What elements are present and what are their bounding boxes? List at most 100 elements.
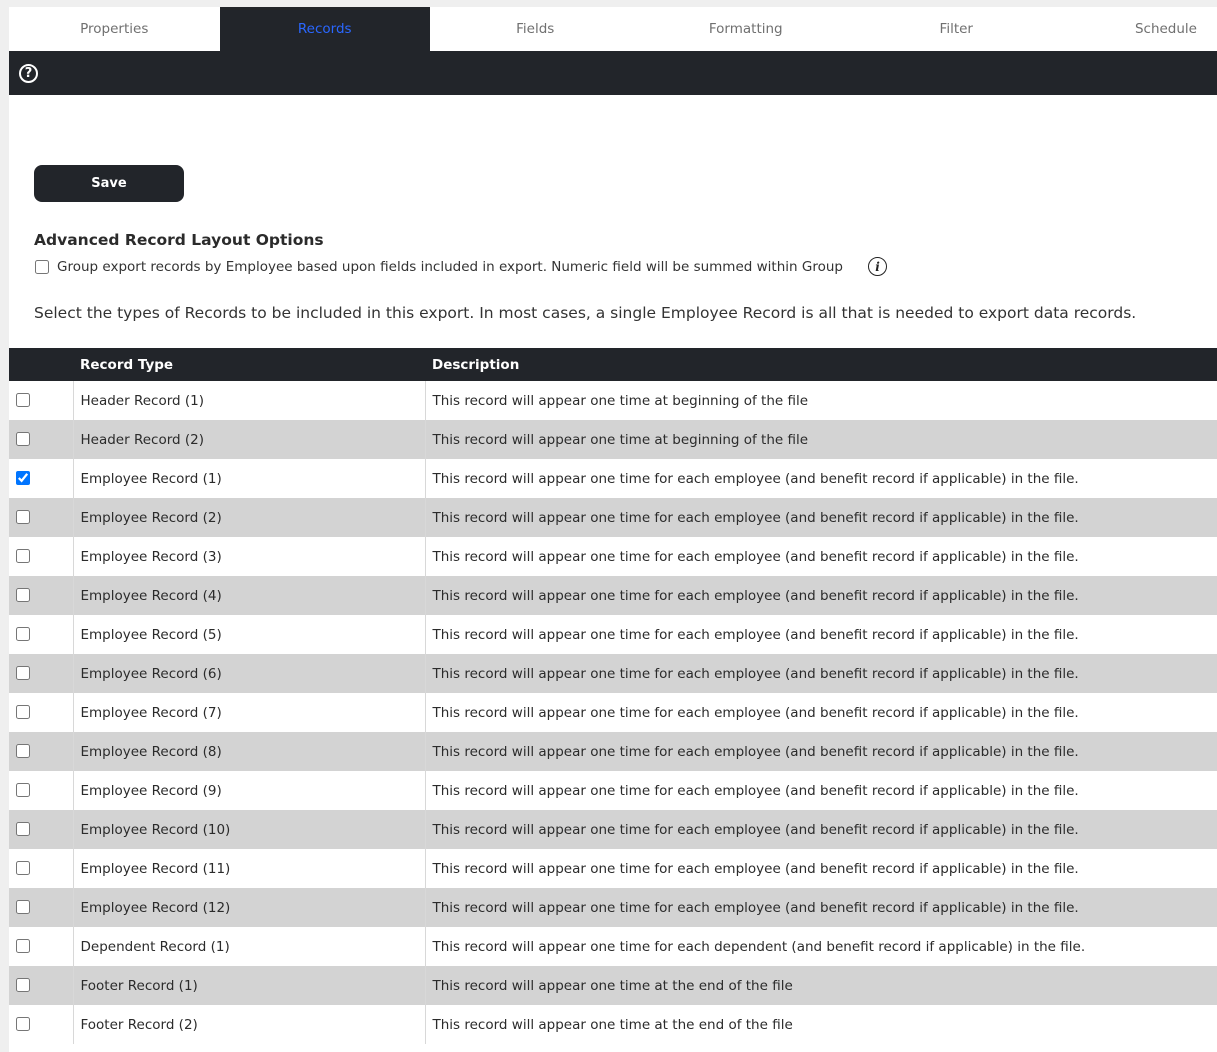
record-type-cell: Employee Record (6) xyxy=(73,654,426,693)
records-intro-text: Select the types of Records to be includ… xyxy=(34,304,1137,322)
description-cell: This record will appear one time for eac… xyxy=(432,665,1079,682)
description-cell: This record will appear one time for eac… xyxy=(432,899,1079,916)
info-icon[interactable]: i xyxy=(867,257,887,276)
row-select-cell xyxy=(9,576,74,615)
description-cell: This record will appear one time for eac… xyxy=(432,548,1079,565)
description-cell: This record will appear one time for eac… xyxy=(432,626,1079,643)
record-select-checkbox[interactable] xyxy=(16,744,30,758)
table-row: Employee Record (11) This record will app… xyxy=(9,849,1217,888)
row-select-cell xyxy=(9,732,74,771)
row-select-cell xyxy=(9,888,74,927)
description-cell: This record will appear one time for eac… xyxy=(432,743,1079,760)
record-type-cell: Employee Record (2) xyxy=(73,498,426,537)
group-option-label: Group export records by Employee based u… xyxy=(57,258,843,275)
tab-bar: Properties Records Fields Formatting Fil… xyxy=(9,7,1217,51)
record-select-checkbox[interactable] xyxy=(16,705,30,719)
record-select-checkbox[interactable] xyxy=(16,861,30,875)
record-type-cell: Dependent Record (1) xyxy=(73,927,426,966)
row-select-cell xyxy=(9,810,74,849)
row-select-cell xyxy=(9,849,74,888)
toolbar: ? xyxy=(9,51,1217,95)
description-cell: This record will appear one time at the … xyxy=(432,977,793,994)
record-type-cell: Employee Record (1) xyxy=(73,459,426,498)
record-type-cell: Footer Record (1) xyxy=(73,966,426,1005)
row-select-cell xyxy=(9,966,74,1005)
tab-records[interactable]: Records xyxy=(219,7,430,51)
table-row: Footer Record (1) This record will appear… xyxy=(9,966,1217,1005)
records-panel: Save Advanced Record Layout Options Grou… xyxy=(9,95,1217,322)
record-type-cell: Header Record (1) xyxy=(73,381,426,420)
record-select-checkbox[interactable] xyxy=(16,900,30,914)
description-cell: This record will appear one time for eac… xyxy=(432,860,1079,877)
group-by-employee-checkbox[interactable] xyxy=(35,259,49,274)
record-type-cell: Employee Record (3) xyxy=(73,537,426,576)
record-type-cell: Employee Record (7) xyxy=(73,693,426,732)
help-icon[interactable]: ? xyxy=(19,63,38,83)
record-select-checkbox[interactable] xyxy=(16,549,30,563)
record-types-table: Record Type Description Header Record (1… xyxy=(9,348,1217,1044)
record-type-cell: Header Record (2) xyxy=(73,420,426,459)
table-row: Employee Record (12) This record will app… xyxy=(9,888,1217,927)
record-type-cell: Employee Record (5) xyxy=(73,615,426,654)
record-select-checkbox[interactable] xyxy=(16,978,30,992)
select-column-header xyxy=(9,348,73,381)
table-row: Employee Record (5) This record will appe… xyxy=(9,615,1217,654)
description-cell: This record will appear one time at begi… xyxy=(432,431,809,448)
group-option-row: Group export records by Employee based u… xyxy=(34,257,1217,276)
table-row: Employee Record (1) This record will appe… xyxy=(9,459,1217,498)
record-select-checkbox[interactable] xyxy=(16,627,30,641)
tab-formatting[interactable]: Formatting xyxy=(641,7,852,51)
row-select-cell xyxy=(9,927,74,966)
tab-properties[interactable]: Properties xyxy=(9,7,220,51)
row-select-cell xyxy=(9,615,74,654)
tab-fields[interactable]: Fields xyxy=(430,7,641,51)
record-type-cell: Employee Record (10) xyxy=(73,810,426,849)
tab-filter[interactable]: Filter xyxy=(851,7,1062,51)
record-select-checkbox[interactable] xyxy=(16,1017,30,1031)
table-row: Footer Record (2) This record will appear… xyxy=(9,1005,1217,1044)
row-select-cell xyxy=(9,771,74,810)
record-type-cell: Employee Record (8) xyxy=(73,732,426,771)
table-row: Employee Record (3) This record will appe… xyxy=(9,537,1217,576)
record-type-cell: Employee Record (11) xyxy=(73,849,426,888)
record-select-checkbox[interactable] xyxy=(16,510,30,524)
record-types-body: Header Record (1) This record will appear… xyxy=(9,381,1217,1044)
export-editor: Properties Records Fields Formatting Fil… xyxy=(9,7,1217,1052)
tab-schedule[interactable]: Schedule xyxy=(1062,7,1217,51)
table-header-row: Record Type Description xyxy=(9,348,1217,381)
table-row: Employee Record (4) This record will appe… xyxy=(9,576,1217,615)
record-type-cell: Employee Record (9) xyxy=(73,771,426,810)
record-select-checkbox[interactable] xyxy=(16,471,30,485)
row-select-cell xyxy=(9,537,74,576)
table-row: Employee Record (10) This record will app… xyxy=(9,810,1217,849)
record-select-checkbox[interactable] xyxy=(16,393,30,407)
row-select-cell xyxy=(9,693,74,732)
record-select-checkbox[interactable] xyxy=(16,666,30,680)
advanced-options-title: Advanced Record Layout Options xyxy=(34,231,324,249)
row-select-cell xyxy=(9,420,74,459)
table-row: Employee Record (2) This record will appe… xyxy=(9,498,1217,537)
record-type-cell: Employee Record (12) xyxy=(73,888,426,927)
save-button[interactable]: Save xyxy=(34,165,184,202)
record-select-checkbox[interactable] xyxy=(16,588,30,602)
description-cell: This record will appear one time for eac… xyxy=(432,821,1079,838)
description-cell: This record will appear one time for eac… xyxy=(432,509,1079,526)
description-cell: This record will appear one time at begi… xyxy=(432,392,809,409)
row-select-cell xyxy=(9,381,74,420)
table-row: Employee Record (9) This record will appe… xyxy=(9,771,1217,810)
description-cell: This record will appear one time for eac… xyxy=(432,938,1086,955)
row-select-cell xyxy=(9,498,74,537)
description-cell: This record will appear one time for eac… xyxy=(432,704,1079,721)
table-row: Header Record (2) This record will appear… xyxy=(9,420,1217,459)
record-select-checkbox[interactable] xyxy=(16,822,30,836)
record-type-header: Record Type xyxy=(80,356,174,373)
description-cell: This record will appear one time at the … xyxy=(432,1016,793,1033)
row-select-cell xyxy=(9,459,74,498)
description-cell: This record will appear one time for eac… xyxy=(432,470,1079,487)
description-header: Description xyxy=(432,356,520,373)
record-select-checkbox[interactable] xyxy=(16,432,30,446)
record-select-checkbox[interactable] xyxy=(16,939,30,953)
table-row: Dependent Record (1) This record will app… xyxy=(9,927,1217,966)
record-select-checkbox[interactable] xyxy=(16,783,30,797)
record-type-cell: Employee Record (4) xyxy=(73,576,426,615)
